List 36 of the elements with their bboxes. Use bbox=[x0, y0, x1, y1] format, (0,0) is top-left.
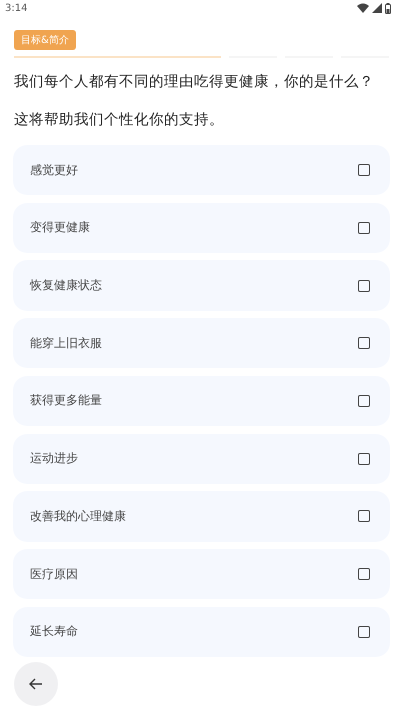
checkbox[interactable] bbox=[358, 452, 370, 465]
hint-text: 这将帮助我们个性化你的支持。 bbox=[14, 111, 225, 130]
option-card[interactable]: 感觉更好 bbox=[13, 145, 390, 196]
option-label: 恢复健康状态 bbox=[30, 277, 102, 294]
status-time: 3:14 bbox=[5, 2, 28, 14]
option-card[interactable]: 获得更多能量 bbox=[13, 376, 390, 426]
checkbox[interactable] bbox=[358, 510, 370, 522]
option-card[interactable]: 变得更健康 bbox=[13, 202, 390, 253]
checkbox[interactable] bbox=[358, 394, 370, 407]
checkbox[interactable] bbox=[358, 164, 370, 176]
option-label: 获得更多能量 bbox=[30, 392, 102, 410]
battery-icon bbox=[385, 2, 391, 14]
back-arrow-icon bbox=[29, 678, 43, 690]
option-label: 延长寿命 bbox=[30, 623, 78, 640]
option-card[interactable]: 恢复健康状态 bbox=[13, 260, 390, 311]
checkbox[interactable] bbox=[358, 626, 370, 638]
checkbox[interactable] bbox=[358, 568, 370, 580]
checkbox[interactable] bbox=[358, 337, 370, 350]
option-card[interactable]: 运动进步 bbox=[13, 434, 390, 484]
step-tag: 目标&简介 bbox=[14, 30, 76, 50]
option-card[interactable]: 延长寿命 bbox=[13, 606, 390, 657]
back-button[interactable] bbox=[14, 662, 58, 706]
option-card[interactable]: 能穿上旧衣服 bbox=[13, 318, 390, 368]
checkbox[interactable] bbox=[358, 222, 370, 234]
option-card[interactable]: 医疗原因 bbox=[13, 549, 390, 600]
question-text: 我们每个人都有不同的理由吃得更健康，你的是什么？ bbox=[14, 72, 375, 92]
signal-icon bbox=[372, 3, 382, 13]
option-label: 能穿上旧衣服 bbox=[30, 334, 102, 352]
option-card[interactable]: 改善我的心理健康 bbox=[13, 491, 390, 542]
wifi-icon bbox=[357, 3, 369, 13]
checkbox[interactable] bbox=[358, 280, 370, 292]
option-label: 感觉更好 bbox=[30, 162, 78, 179]
option-label: 运动进步 bbox=[30, 450, 78, 468]
option-label: 医疗原因 bbox=[30, 566, 78, 583]
option-label: 变得更健康 bbox=[30, 219, 90, 236]
option-label: 改善我的心理健康 bbox=[30, 508, 126, 525]
